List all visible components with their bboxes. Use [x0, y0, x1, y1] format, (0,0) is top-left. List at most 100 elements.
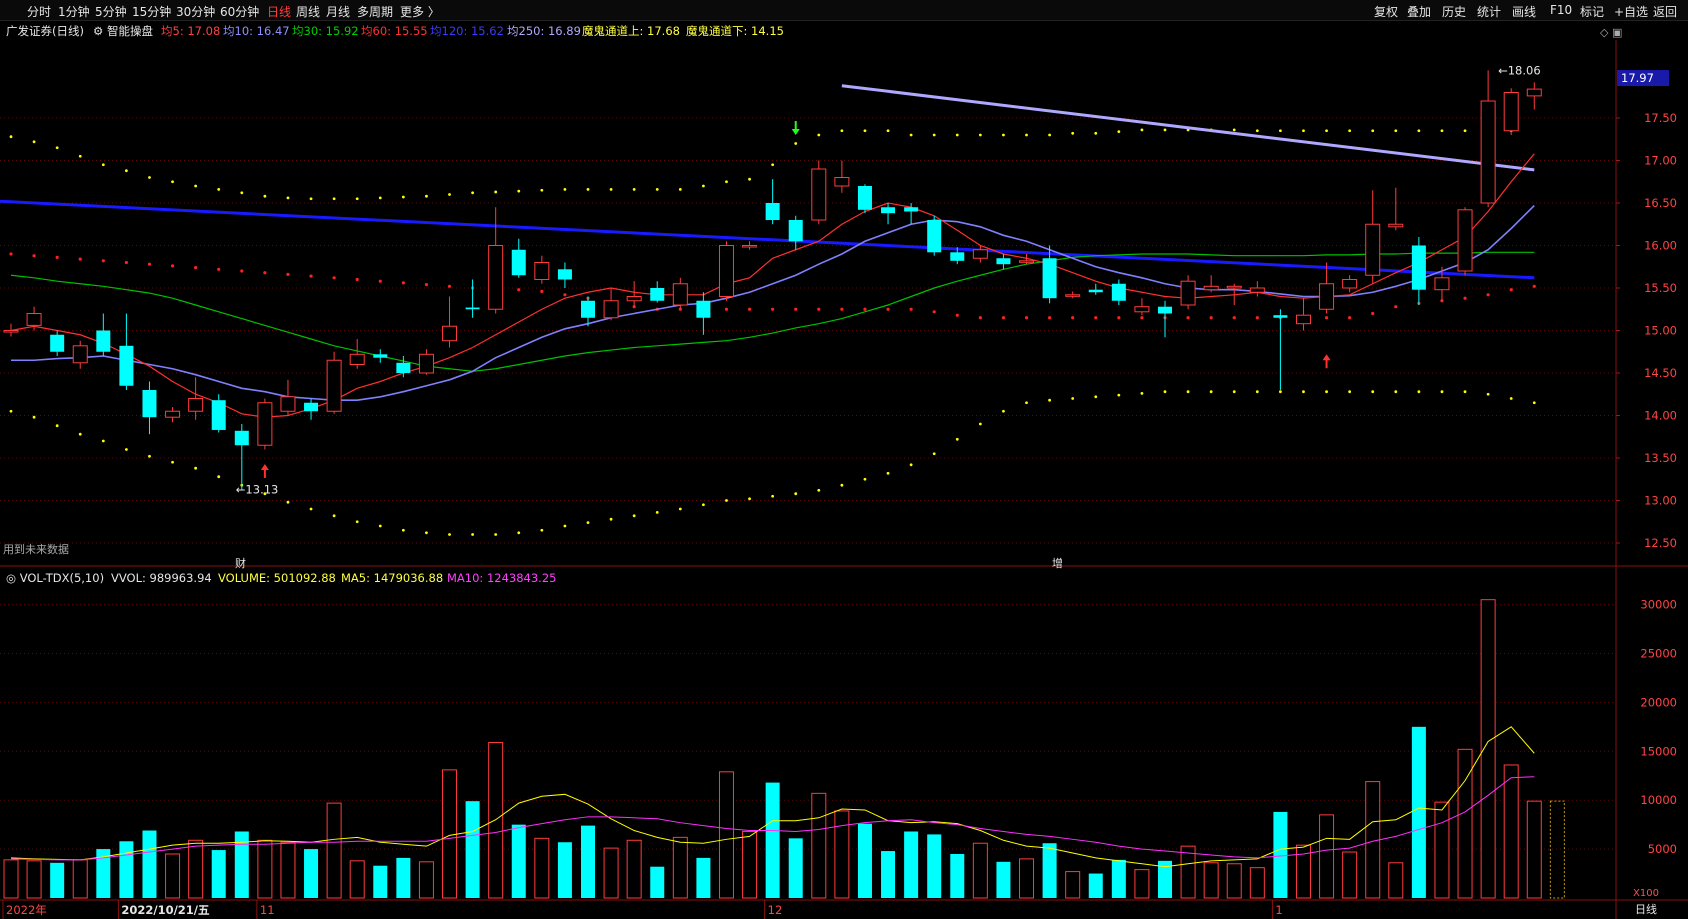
channel-up-dot — [1348, 129, 1352, 133]
indicator-smart[interactable]: ⚙ 智能操盘 — [93, 23, 153, 39]
channel-down-dot — [1071, 397, 1075, 400]
price-tick-label: 15.50 — [1644, 281, 1677, 295]
candle-body — [996, 258, 1011, 265]
ma10-line — [11, 204, 1535, 402]
channel-up-dot — [194, 184, 198, 188]
channel-down-dot — [655, 511, 659, 514]
diamond-icon[interactable]: ◇ ▣ — [1600, 26, 1622, 39]
support-dot — [1486, 293, 1490, 297]
candle-body — [50, 334, 65, 352]
volume-bar — [742, 830, 758, 899]
channel-down-dot — [1255, 390, 1259, 394]
channel-down-label: 魔鬼通道下: 14.15 — [686, 24, 784, 38]
period-indicator[interactable]: 日线 — [1635, 901, 1657, 917]
channel-down-dot — [101, 439, 105, 443]
volume-tick-label: 25000 — [1640, 646, 1677, 660]
support-dot — [1232, 316, 1236, 320]
price-tick-label: 14.00 — [1644, 409, 1677, 423]
volume-bar — [972, 842, 988, 899]
support-dot — [1348, 316, 1352, 320]
channel-down-dot — [148, 454, 151, 458]
channel-down-dot — [702, 503, 705, 507]
candle-body — [626, 296, 642, 302]
support-dot — [286, 272, 290, 276]
channel-up-dot — [1417, 129, 1421, 133]
candle-body — [511, 249, 526, 276]
volume-tick-label: 30000 — [1640, 598, 1677, 612]
channel-up-dot — [448, 193, 451, 196]
volume-bar — [834, 810, 850, 899]
support-dot — [32, 254, 36, 258]
candle-body — [1134, 306, 1150, 313]
channel-down-dot — [194, 466, 198, 470]
support-dot — [540, 289, 544, 293]
support-dot — [517, 288, 521, 292]
support-dot — [424, 283, 429, 287]
candle-body — [1526, 88, 1542, 97]
volume-bar — [1180, 845, 1196, 899]
share-increase-marker[interactable]: 增 — [1052, 555, 1063, 571]
candle-body — [396, 362, 411, 373]
channel-up-dot — [1002, 133, 1005, 137]
volume-bar — [811, 792, 827, 899]
vol-indicator-title[interactable]: ◎ VOL-TDX(5,10) — [6, 571, 104, 585]
candle-body — [1319, 283, 1335, 310]
channel-down-dot — [309, 507, 313, 511]
channel-down-dot — [771, 494, 775, 498]
support-dot — [9, 252, 13, 256]
volume-bar — [1065, 871, 1081, 899]
volume-bar — [1088, 873, 1103, 898]
channel-down-dot — [1048, 398, 1051, 402]
candle-body — [834, 177, 850, 187]
channel-up-dot — [286, 196, 290, 200]
channel-down-dot — [494, 533, 498, 536]
channel-down-dot — [978, 422, 982, 426]
candle-body — [1434, 277, 1450, 291]
price-tick-label: 16.50 — [1644, 196, 1677, 210]
volume-bar — [950, 853, 965, 898]
candle-body — [972, 249, 988, 259]
volume-bar — [280, 841, 296, 899]
channel-down-dot — [355, 520, 359, 524]
channel-up-dot — [425, 194, 428, 198]
volume-bar — [165, 853, 181, 899]
channel-up-dot — [471, 191, 474, 195]
channel-down-dot — [1532, 401, 1536, 405]
circle-icon: ◎ — [6, 571, 17, 585]
volume-bar — [465, 801, 480, 898]
channel-down-dot — [748, 497, 751, 501]
channel-down-dot — [840, 483, 844, 487]
support-dot — [932, 310, 936, 314]
candle-body — [465, 307, 480, 310]
support-dot — [240, 269, 244, 273]
financial-report-marker[interactable]: 财 — [235, 555, 246, 571]
vol-indicator-name: VOL-TDX(5,10) — [19, 571, 105, 585]
candle-body — [1295, 314, 1311, 325]
future-data-note: 用到未来数据 — [3, 543, 69, 556]
channel-down-dot — [586, 521, 590, 524]
candle-body — [1111, 283, 1126, 301]
channel-up-dot — [932, 133, 936, 137]
volume-bar — [557, 842, 572, 898]
channel-up-dot — [609, 188, 613, 191]
channel-up-dot — [148, 176, 151, 179]
channel-up-dot — [1255, 129, 1259, 133]
channel-up-dot — [494, 190, 498, 194]
candle-body — [349, 353, 365, 365]
support-dot — [1255, 316, 1259, 320]
channel-down-dot — [1117, 393, 1121, 397]
channel-up-dot — [332, 197, 336, 201]
price-tick-label: 13.00 — [1644, 494, 1677, 508]
channel-up-dot — [540, 188, 544, 192]
ma5-label: 均5: 17.08 — [161, 24, 221, 38]
channel-up-dot — [863, 129, 867, 133]
volume-bar — [1019, 858, 1035, 899]
channel-down-dot — [886, 471, 890, 475]
volume-bar — [534, 837, 550, 899]
channel-up-dot — [725, 180, 728, 184]
channel-down-dot — [1325, 390, 1328, 394]
kline-chart[interactable]: 12.50 13.00 13.50 14.00 14.50 15.00 15.50 16.00… — [0, 0, 1688, 919]
volume-bar — [418, 861, 434, 899]
support-dot — [886, 307, 890, 311]
channel-up-dot — [655, 188, 659, 191]
